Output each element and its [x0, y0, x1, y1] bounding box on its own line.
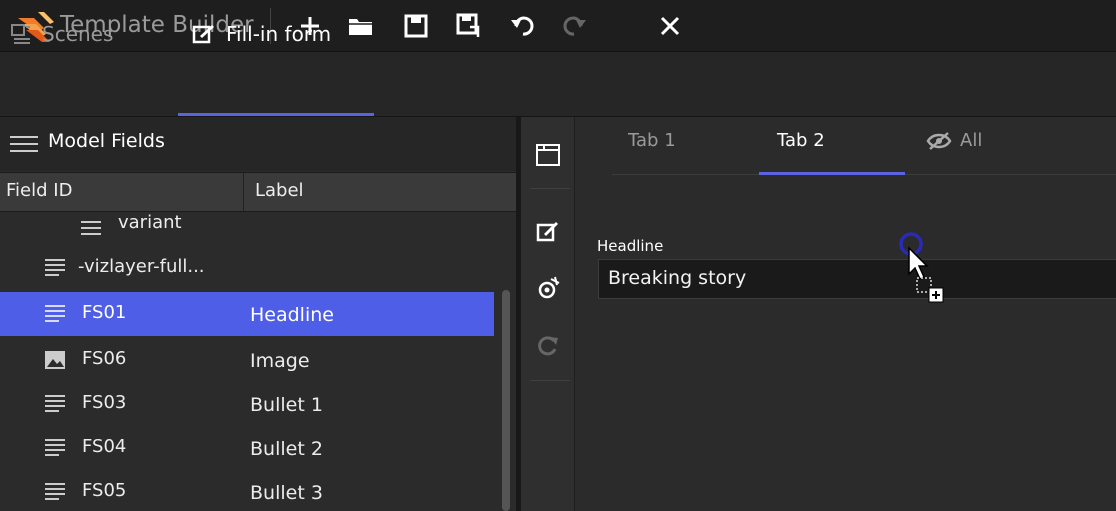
- open-folder-icon: [349, 19, 373, 35]
- table-row[interactable]: variant: [0, 206, 494, 250]
- field-id: variant: [118, 212, 182, 233]
- field-label: Bullet 2: [250, 438, 323, 460]
- active-tab-indicator: [178, 113, 374, 116]
- undo-icon: [511, 16, 534, 36]
- field-id: FS01: [82, 302, 127, 323]
- scenes-icon: [11, 24, 30, 44]
- close-icon: [660, 16, 680, 36]
- hidden-eye-icon: [926, 131, 952, 150]
- field-id: FS06: [82, 348, 127, 369]
- tab-scenes-label: Scenes: [42, 22, 114, 46]
- form-tab-2[interactable]: Tab 2: [777, 130, 825, 151]
- model-fields-title: Model Fields: [48, 130, 165, 152]
- tab-fill-in-form-label: Fill-in form: [226, 22, 332, 46]
- active-form-tab-indicator: [759, 172, 905, 175]
- undo-button[interactable]: [503, 8, 541, 44]
- visibility-icon: [538, 276, 560, 299]
- save-as-icon: [456, 13, 480, 37]
- field-id: FS03: [82, 392, 127, 413]
- text-lines-icon: [81, 221, 101, 235]
- tab-scenes[interactable]: Scenes: [10, 14, 113, 54]
- field-id: FS04: [82, 436, 127, 457]
- drag-copy-cursor-icon: [899, 232, 944, 303]
- edit-form-icon: [192, 25, 214, 44]
- save-as-button[interactable]: [449, 8, 487, 44]
- field-id: -vizlayer-full...: [78, 256, 205, 277]
- edit-form-button[interactable]: [521, 206, 575, 258]
- new-tab-button[interactable]: [521, 128, 575, 180]
- toolbar-separator: [530, 380, 570, 381]
- field-label: Bullet 3: [250, 482, 323, 504]
- refresh-button[interactable]: [521, 320, 575, 372]
- form-tab-all-label: All: [960, 130, 983, 151]
- form-tab-1[interactable]: Tab 1: [628, 130, 676, 151]
- text-lines-icon: [45, 305, 65, 322]
- text-lines-icon: [45, 439, 65, 456]
- image-icon: [45, 351, 65, 369]
- table-row[interactable]: -vizlayer-full...: [0, 246, 494, 290]
- menu-icon[interactable]: [8, 134, 40, 154]
- headline-field-label: Headline: [597, 237, 664, 255]
- open-button[interactable]: [342, 8, 380, 44]
- text-lines-icon: [45, 483, 65, 500]
- table-row[interactable]: FS03 Bullet 1: [0, 382, 494, 426]
- text-lines-icon: [45, 259, 65, 276]
- field-label: Bullet 1: [250, 394, 323, 416]
- refresh-icon: [538, 336, 558, 356]
- new-tab-icon: [536, 144, 560, 166]
- form-tab-all[interactable]: All: [926, 130, 982, 151]
- toolbar-separator: [530, 188, 570, 189]
- column-header-field-id[interactable]: Field ID: [6, 180, 72, 201]
- tab-fill-in-form[interactable]: Fill-in form: [192, 14, 331, 54]
- scrollbar[interactable]: [502, 290, 510, 511]
- visibility-button[interactable]: [521, 262, 575, 314]
- table-row[interactable]: FS04 Bullet 2: [0, 426, 494, 470]
- table-row-selected[interactable]: FS01 Headline: [0, 292, 494, 336]
- text-lines-icon: [45, 395, 65, 412]
- table-row[interactable]: FS05 Bullet 3: [0, 470, 494, 511]
- field-label: Image: [250, 350, 310, 372]
- save-icon: [404, 14, 428, 38]
- fill-in-form-canvas: [576, 117, 1116, 511]
- field-id: FS05: [82, 480, 127, 501]
- main-tabs-bar: [0, 52, 1116, 117]
- redo-button[interactable]: [556, 8, 594, 44]
- edit-form-icon: [536, 222, 558, 242]
- column-header-label[interactable]: Label: [255, 180, 304, 201]
- redo-icon: [563, 16, 586, 36]
- table-row[interactable]: FS06 Image: [0, 338, 494, 382]
- close-button[interactable]: [651, 8, 689, 44]
- field-label: Headline: [250, 304, 334, 326]
- headline-input-value[interactable]: Breaking story: [608, 267, 746, 289]
- save-button[interactable]: [397, 8, 435, 44]
